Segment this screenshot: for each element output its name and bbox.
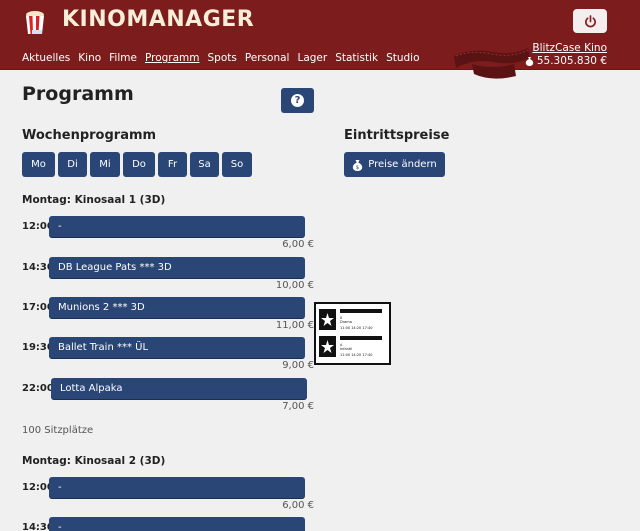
slot-time: 22:00 <box>22 383 54 394</box>
brand-title: KINOMANAGER <box>62 7 255 32</box>
svg-text:Drama: Drama <box>340 320 352 324</box>
seat-count: 100 Sitzplätze <box>22 425 94 436</box>
week-program-title: Wochenprogramm <box>22 128 157 143</box>
change-prices-label: Preise ändern <box>368 159 437 170</box>
day-button-sa[interactable]: Sa <box>190 152 219 177</box>
slot-movie[interactable]: - <box>49 216 305 237</box>
nav-item-programm[interactable]: Programm <box>145 52 200 64</box>
nav-item-kino[interactable]: Kino <box>78 52 101 64</box>
change-prices-button[interactable]: $ Preise ändern <box>344 152 445 177</box>
nav-item-studio[interactable]: Studio <box>386 52 419 64</box>
day-button-fr[interactable]: Fr <box>158 152 187 177</box>
hall-title: Montag: Kinosaal 2 (3D) <box>22 455 166 467</box>
film-strip-icon <box>454 48 530 79</box>
slot-price: 11,00 € <box>275 320 314 331</box>
nav-item-spots[interactable]: Spots <box>208 52 237 64</box>
day-button-so[interactable]: So <box>222 152 252 177</box>
nav-item-lager[interactable]: Lager <box>297 52 327 64</box>
day-selector: Mo Di Mi Do Fr Sa So <box>22 152 252 177</box>
app-header: KINOMANAGER Aktuelles Kino Filme Program… <box>0 0 640 79</box>
svg-text:Infantil: Infantil <box>340 347 352 351</box>
money-bag-icon: $ <box>353 159 363 171</box>
slot-movie[interactable]: - <box>49 517 305 531</box>
slot-price: 6,00 € <box>282 500 314 511</box>
slot-movie[interactable]: Ballet Train *** ÜL <box>49 337 305 358</box>
day-button-mi[interactable]: Mi <box>90 152 120 177</box>
prices-title: Eintrittspreise <box>344 128 450 143</box>
slot-movie[interactable]: Munions 2 *** 3D <box>49 297 305 318</box>
nav-item-filme[interactable]: Filme <box>109 52 137 64</box>
svg-text:11:00 14:20 17:40: 11:00 14:20 17:40 <box>340 326 372 330</box>
money-bag-icon <box>525 57 534 66</box>
slot-movie[interactable]: DB League Pats *** 3D <box>49 257 305 278</box>
svg-text:$: $ <box>356 165 359 171</box>
power-icon <box>584 14 596 27</box>
slot-movie[interactable]: Lotta Alpaka <box>51 378 307 399</box>
account-link[interactable]: BlitzCase Kino <box>532 42 607 54</box>
hall-title: Montag: Kinosaal 1 (3D) <box>22 194 166 206</box>
nav-item-personal[interactable]: Personal <box>245 52 290 64</box>
slot-price: 6,00 € <box>282 239 314 250</box>
day-button-do[interactable]: Do <box>123 152 155 177</box>
slot-price: 10,00 € <box>275 280 314 291</box>
page-title: Programm <box>22 83 134 105</box>
day-button-di[interactable]: Di <box>58 152 87 177</box>
question-icon: ? <box>291 94 304 107</box>
day-button-mo[interactable]: Mo <box>22 152 55 177</box>
nav-item-aktuelles[interactable]: Aktuelles <box>22 52 70 64</box>
slot-price: 7,00 € <box>282 401 314 412</box>
movie-cards-icon: 0 Drama 11:00 14:20 17:40 A Infantil 11:… <box>319 309 382 357</box>
movie-drag-preview[interactable]: 0 Drama 11:00 14:20 17:40 A Infantil 11:… <box>314 302 391 365</box>
main-nav: Aktuelles Kino Filme Programm Spots Pers… <box>22 52 420 64</box>
logout-button[interactable] <box>573 9 607 33</box>
svg-text:11:00 14:20 17:40: 11:00 14:20 17:40 <box>340 353 372 357</box>
slot-price: 9,00 € <box>282 360 314 371</box>
help-button[interactable]: ? <box>281 88 314 113</box>
nav-item-statistik[interactable]: Statistik <box>335 52 378 64</box>
popcorn-icon <box>26 11 44 34</box>
account-balance: 55.305.830 € <box>525 55 607 67</box>
balance-value: 55.305.830 € <box>536 55 607 67</box>
slot-movie[interactable]: - <box>49 477 305 498</box>
